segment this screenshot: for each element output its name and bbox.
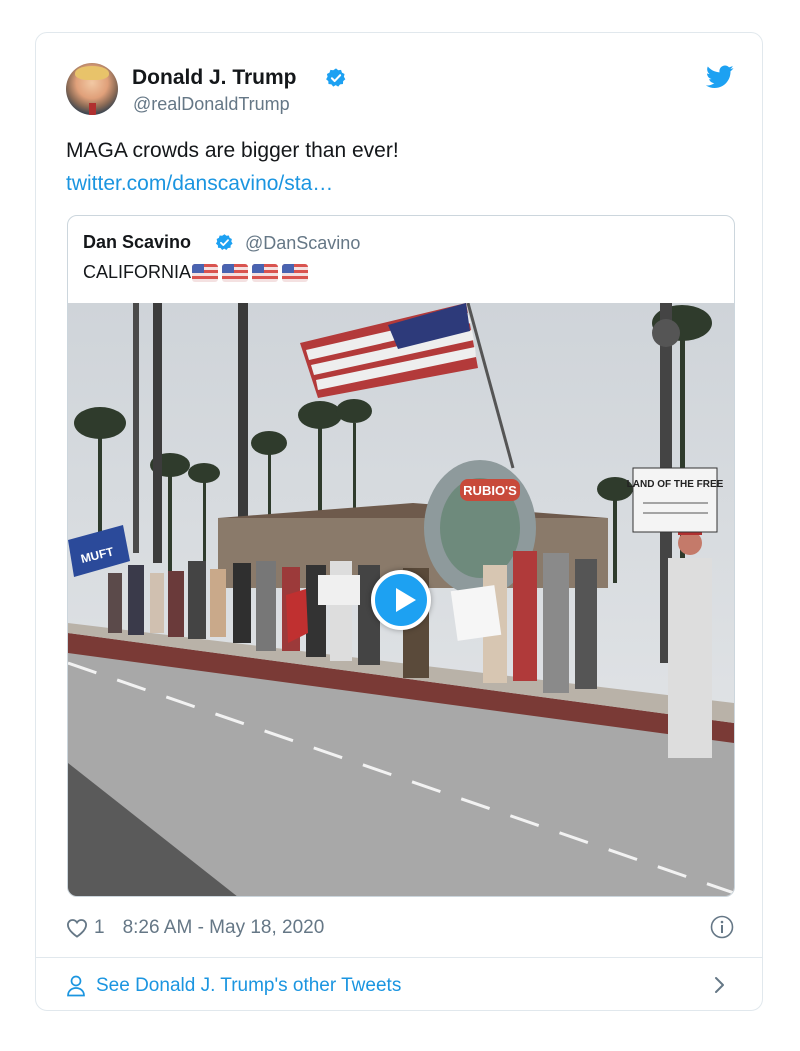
info-icon[interactable] (710, 915, 734, 939)
verified-badge-icon (215, 234, 233, 250)
embedded-tweet-card: Donald J. Trump @realDonaldTrump MAGA cr… (35, 32, 763, 1011)
verified-badge-icon (326, 68, 346, 87)
twitter-bird-icon[interactable] (706, 65, 734, 89)
quoted-author-name[interactable]: Dan Scavino (83, 232, 191, 253)
see-more-label[interactable]: See Donald J. Trump's other Tweets (96, 975, 401, 997)
tweet-link[interactable]: twitter.com/danscavino/sta… (66, 172, 333, 196)
heart-icon[interactable] (66, 918, 88, 938)
author-avatar[interactable] (66, 63, 118, 115)
quoted-tweet-text-row: CALIFORNIA (83, 262, 309, 283)
see-more-tweets-link[interactable]: See Donald J. Trump's other Tweets (66, 971, 401, 1001)
tweet-text: MAGA crowds are bigger than ever! (66, 139, 399, 162)
us-flag-emoji (192, 263, 219, 282)
person-icon (67, 975, 85, 997)
tweet-footer: 1 8:26 AM - May 18, 2020 (66, 913, 324, 943)
us-flag-emoji (222, 263, 249, 282)
flag-emoji-group (192, 263, 309, 282)
author-handle[interactable]: @realDonaldTrump (133, 94, 290, 115)
us-flag-emoji (282, 263, 309, 282)
play-button[interactable] (371, 570, 431, 630)
monument-sign-text: RUBIO'S (463, 483, 517, 498)
quoted-author-handle[interactable]: @DanScavino (245, 233, 360, 254)
like-count[interactable]: 1 (94, 917, 105, 939)
video-thumbnail[interactable]: RUBIO'S MUFT LAND OF THE FREE (68, 303, 734, 896)
quoted-tweet[interactable]: Dan Scavino @DanScavino CALIFORNIA RUBIO… (67, 215, 735, 897)
us-flag-emoji (252, 263, 279, 282)
chevron-right-icon[interactable] (712, 973, 728, 997)
divider (36, 957, 762, 958)
quoted-tweet-text: CALIFORNIA (83, 262, 192, 282)
sign-right-text: LAND OF THE FREE (627, 479, 724, 490)
tweet-timestamp[interactable]: 8:26 AM - May 18, 2020 (123, 917, 325, 939)
author-name[interactable]: Donald J. Trump (132, 66, 297, 90)
